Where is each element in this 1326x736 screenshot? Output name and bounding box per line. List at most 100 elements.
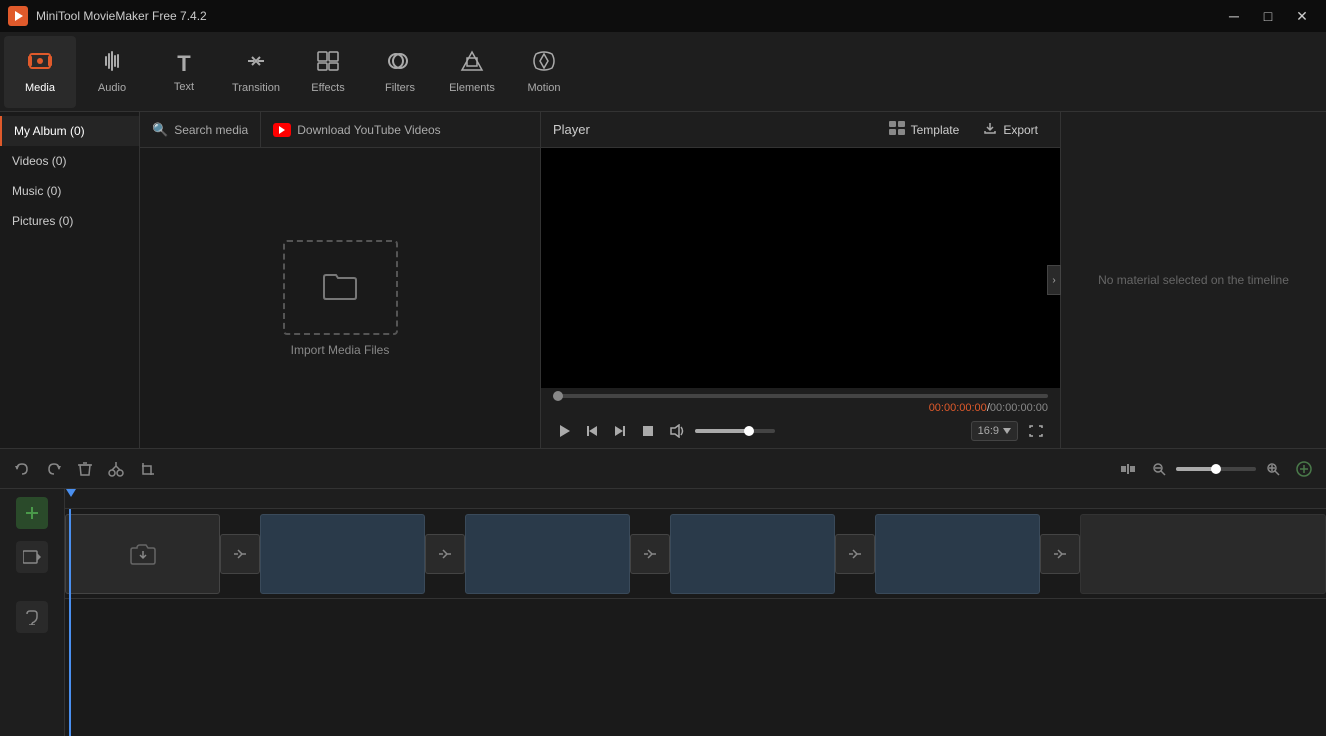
app-title: MiniTool MovieMaker Free 7.4.2 [36, 9, 207, 23]
media-icon [28, 50, 52, 78]
stop-button[interactable] [637, 420, 659, 442]
zoom-thumb [1211, 464, 1221, 474]
toolbar-item-audio[interactable]: Audio [76, 36, 148, 108]
minimize-button[interactable]: ─ [1218, 6, 1250, 26]
player-progress[interactable] [541, 388, 1060, 400]
motion-icon [532, 50, 556, 78]
player-header: Player Template [541, 112, 1060, 148]
player-time: 00:00:00:00 / 00:00:00:00 [541, 400, 1060, 416]
video-track-icon[interactable] [16, 541, 48, 573]
crop-button[interactable] [134, 457, 162, 481]
delete-button[interactable] [72, 457, 98, 481]
toolbar-motion-label: Motion [527, 82, 560, 94]
sidebar: My Album (0) Videos (0) Music (0) Pictur… [0, 112, 140, 448]
sidebar-item-videos[interactable]: Videos (0) [0, 146, 139, 176]
app-logo [8, 6, 28, 26]
toolbar: Media Audio T Text Transition [0, 32, 1326, 112]
add-track-button[interactable] [1290, 457, 1318, 481]
zoom-tracks-button[interactable] [1114, 457, 1142, 481]
fullscreen-button[interactable] [1024, 420, 1048, 442]
timeline-tracks [65, 509, 1326, 736]
titlebar-controls: ─ □ ✕ [1218, 6, 1318, 26]
filters-icon [388, 50, 412, 78]
player-controls: 16:9 [541, 416, 1060, 446]
timeline-clip-2[interactable] [465, 514, 630, 594]
panel-toggle[interactable]: › [1047, 265, 1061, 295]
toolbar-item-elements[interactable]: Elements [436, 36, 508, 108]
timeline-transition-1[interactable] [220, 534, 260, 574]
toolbar-item-effects[interactable]: Effects [292, 36, 364, 108]
sidebar-item-pictures[interactable]: Pictures (0) [0, 206, 139, 236]
timeline-clip-trailing [1080, 514, 1326, 594]
timeline-clip-1[interactable] [260, 514, 425, 594]
elements-icon [460, 50, 484, 78]
youtube-icon [273, 123, 291, 137]
timeline-ruler [65, 489, 1326, 509]
close-button[interactable]: ✕ [1286, 6, 1318, 26]
download-youtube-label: Download YouTube Videos [297, 123, 440, 137]
audio-icon [101, 50, 123, 78]
export-button[interactable]: Export [973, 117, 1048, 142]
zoom-in-button[interactable] [1260, 458, 1286, 480]
redo-button[interactable] [40, 457, 68, 481]
zoom-fill [1176, 467, 1216, 471]
timeline-clip-import[interactable] [65, 514, 220, 594]
media-toolbar: 🔍 Search media Download YouTube Videos [140, 112, 540, 148]
timeline-playhead-line [69, 509, 71, 736]
zoom-slider[interactable] [1176, 467, 1256, 471]
player-title: Player [553, 122, 590, 137]
video-preview [541, 148, 1060, 388]
time-current: 00:00:00:00 [929, 402, 987, 414]
timeline-transition-2[interactable] [425, 534, 465, 574]
chevron-right-icon: › [1052, 275, 1055, 286]
aspect-ratio-selector[interactable]: 16:9 [971, 421, 1018, 441]
volume-slider[interactable] [695, 429, 775, 433]
toolbar-elements-label: Elements [449, 82, 495, 94]
right-panel: › No material selected on the timeline [1060, 112, 1326, 448]
add-timeline-track-button[interactable] [16, 497, 48, 529]
template-button[interactable]: Template [879, 117, 970, 142]
timeline-transition-5[interactable] [1040, 534, 1080, 574]
timeline-clip-3[interactable] [670, 514, 835, 594]
timeline-content [65, 489, 1326, 736]
undo-button[interactable] [8, 457, 36, 481]
toolbar-item-media[interactable]: Media [4, 36, 76, 108]
play-button[interactable] [553, 420, 575, 442]
toolbar-item-transition[interactable]: Transition [220, 36, 292, 108]
download-youtube-button[interactable]: Download YouTube Videos [261, 112, 452, 148]
timeline-clip-4[interactable] [875, 514, 1040, 594]
player-header-actions: Template Export [879, 117, 1048, 142]
skip-back-button[interactable] [581, 420, 603, 442]
skip-forward-button[interactable] [609, 420, 631, 442]
toolbar-item-text[interactable]: T Text [148, 36, 220, 108]
volume-button[interactable] [665, 420, 689, 442]
volume-fill [695, 429, 749, 433]
search-media-button[interactable]: 🔍 Search media [140, 112, 261, 148]
toolbar-audio-label: Audio [98, 82, 126, 94]
toolbar-transition-label: Transition [232, 82, 280, 94]
cut-button[interactable] [102, 457, 130, 481]
audio-track [65, 599, 1326, 659]
player-area: Player Template [540, 112, 1060, 448]
main-area: My Album (0) Videos (0) Music (0) Pictur… [0, 112, 1326, 448]
toolbar-item-motion[interactable]: Motion [508, 36, 580, 108]
transition-icon [244, 50, 268, 78]
progress-bar-track[interactable] [553, 394, 1048, 398]
zoom-out-button[interactable] [1146, 458, 1172, 480]
toolbar-item-filters[interactable]: Filters [364, 36, 436, 108]
progress-thumb [553, 391, 563, 401]
audio-track-icon[interactable] [16, 601, 48, 633]
toolbar-text-label: Text [174, 81, 194, 93]
timeline-transition-4[interactable] [835, 534, 875, 574]
aspect-ratio-value: 16:9 [978, 425, 999, 437]
sidebar-item-music[interactable]: Music (0) [0, 176, 139, 206]
export-icon [983, 121, 997, 138]
import-box[interactable] [283, 240, 398, 335]
media-content: Import Media Files [140, 148, 540, 448]
titlebar-left: MiniTool MovieMaker Free 7.4.2 [8, 6, 207, 26]
search-media-label: Search media [174, 123, 248, 137]
template-label: Template [911, 123, 960, 137]
sidebar-item-my-album[interactable]: My Album (0) [0, 116, 139, 146]
timeline-transition-3[interactable] [630, 534, 670, 574]
maximize-button[interactable]: □ [1252, 6, 1284, 26]
